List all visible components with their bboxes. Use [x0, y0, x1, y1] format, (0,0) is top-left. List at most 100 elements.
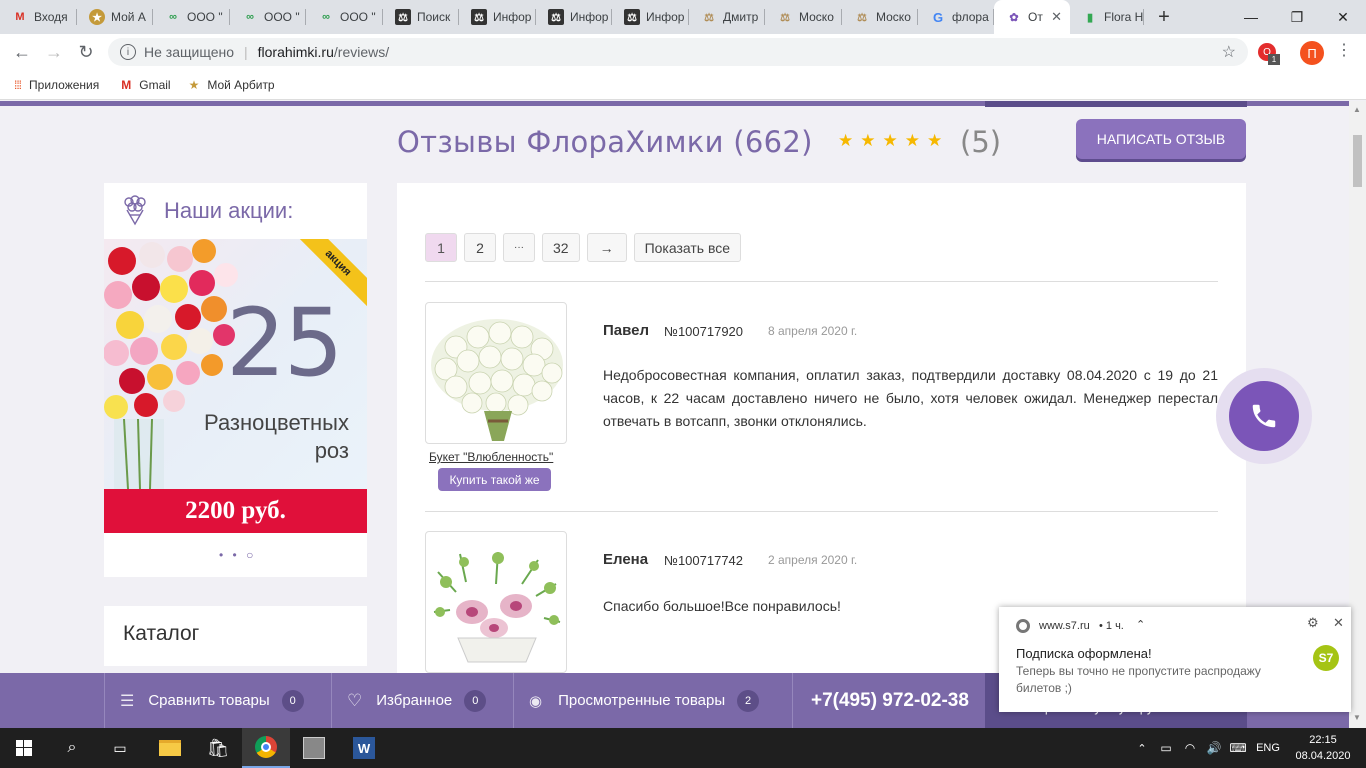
tab-company-1[interactable]: ∞ ООО " — [153, 0, 230, 34]
divider — [331, 673, 332, 728]
scroll-up-arrow[interactable]: ▲ — [1353, 105, 1361, 114]
compare-sliders-icon: ☰ — [120, 692, 135, 710]
info-icon[interactable]: i — [120, 44, 136, 60]
start-button[interactable] — [0, 728, 48, 768]
search-icon[interactable]: ⌕ — [48, 728, 96, 768]
profile-avatar[interactable]: П — [1300, 41, 1324, 65]
phone-number[interactable]: +7(495) 972-02-38 — [811, 673, 969, 728]
url-host: florahimki.ru — [257, 44, 334, 60]
file-explorer-icon[interactable] — [146, 728, 194, 768]
write-review-button[interactable]: НАПИСАТЬ ОТЗЫВ — [1076, 119, 1246, 159]
catalog-title[interactable]: Каталог — [123, 622, 199, 646]
tab-google[interactable]: G флора — [918, 0, 994, 34]
rating-value: (5) — [960, 125, 1002, 159]
tray-device-icon[interactable]: ▭ — [1154, 728, 1178, 768]
word-icon[interactable]: W — [340, 728, 388, 768]
tab-flora-chart[interactable]: ▮ Flora H — [1070, 0, 1144, 34]
product-image[interactable] — [425, 531, 567, 673]
address-bar[interactable]: i Не защищено | florahimki.ru/reviews/ ☆ — [108, 38, 1248, 66]
gear-icon[interactable]: ⚙ — [1307, 615, 1319, 631]
tab-info-1[interactable]: ⚖ Инфор — [459, 0, 536, 34]
minimize-button[interactable]: — — [1228, 0, 1274, 34]
chevron-up-icon[interactable]: ⌃ — [1136, 618, 1145, 631]
language-indicator[interactable]: ENG — [1252, 728, 1284, 768]
show-all-button[interactable]: Показать все — [633, 233, 742, 262]
scroll-thumb[interactable] — [1353, 135, 1362, 187]
tab-arbitr[interactable]: ★ Мой А — [77, 0, 153, 34]
review-order-number: №100717920 — [664, 324, 744, 339]
buy-same-button[interactable]: Купить такой же — [438, 468, 551, 491]
restore-button[interactable]: ❐ — [1274, 0, 1320, 34]
tab-moscow-2[interactable]: ⚖ Моско — [842, 0, 918, 34]
compare-button[interactable]: ☰ Сравнить товары 0 — [120, 673, 304, 728]
page-2[interactable]: 2 — [464, 233, 496, 262]
rating-stars: ★★★★★ — [838, 131, 950, 150]
close-window-button[interactable]: ✕ — [1320, 0, 1366, 34]
chrome-taskbar-icon[interactable] — [242, 728, 290, 768]
page-32[interactable]: 32 — [542, 233, 580, 262]
divider — [513, 673, 514, 728]
volume-icon[interactable]: 🔊 — [1202, 728, 1226, 768]
tab-florahimki-reviews[interactable]: ✿ От ✕ — [994, 0, 1070, 34]
page-ellipsis[interactable]: ··· — [503, 233, 535, 262]
bookmark-arbitr[interactable]: ★ Мой Арбитр — [189, 78, 275, 92]
task-view-icon[interactable]: ▭ — [96, 728, 144, 768]
forward-button[interactable]: → — [42, 40, 66, 64]
menu-kebab-icon[interactable]: ⋮ — [1336, 40, 1352, 60]
tab-dmitr[interactable]: ⚖ Дмитр — [689, 0, 765, 34]
reload-button[interactable]: ↻ — [74, 40, 98, 64]
review-date: 2 апреля 2020 г. — [768, 553, 858, 567]
review-order-number: №100717742 — [664, 553, 744, 568]
back-button[interactable]: ← — [10, 40, 34, 64]
tab-search[interactable]: ⚖ Поиск — [383, 0, 459, 34]
scales-icon: ⚖ — [857, 11, 867, 24]
compare-count: 0 — [281, 689, 304, 712]
bookmarks-bar: ⁞⁞⁞ Приложения M Gmail ★ Мой Арбитр — [0, 70, 1366, 100]
tab-gmail[interactable]: M Входя — [0, 0, 77, 34]
tab-info-3[interactable]: ⚖ Инфор — [612, 0, 689, 34]
app-taskbar-icon[interactable] — [290, 728, 338, 768]
close-icon[interactable]: ✕ — [1333, 615, 1344, 631]
scroll-down-arrow[interactable]: ▼ — [1353, 713, 1361, 722]
favorites-button[interactable]: ♡ Избранное 0 — [347, 673, 487, 728]
keyboard-icon[interactable]: ⌨ — [1226, 728, 1250, 768]
viewed-button[interactable]: ◉ Просмотренные товары 2 — [529, 673, 760, 728]
close-tab-icon[interactable]: ✕ — [1051, 9, 1062, 25]
tray-chevron-icon[interactable]: ⌃ — [1130, 728, 1154, 768]
browser-tab-strip: M Входя ★ Мой А ∞ ООО " ∞ ООО " ∞ ООО " … — [0, 0, 1366, 34]
bookmark-apps[interactable]: ⁞⁞⁞ Приложения — [14, 78, 99, 92]
carousel-dots[interactable]: • • ○ — [219, 548, 256, 562]
clock[interactable]: 22:15 08.04.2020 — [1290, 732, 1356, 764]
product-image[interactable] — [425, 302, 567, 444]
page-scrollbar[interactable]: ▲ ▼ — [1349, 101, 1366, 728]
windows-logo-icon — [16, 740, 32, 756]
heart-icon: ♡ — [347, 690, 363, 710]
favorites-count: 0 — [464, 689, 487, 712]
star-bookmark-icon[interactable]: ☆ — [1222, 42, 1236, 62]
bookmark-gmail[interactable]: M Gmail — [121, 78, 170, 92]
tab-company-3[interactable]: ∞ ООО " — [306, 0, 383, 34]
company-icon: ∞ — [246, 11, 254, 23]
notification-body: Теперь вы точно не пропустите распродажу… — [1016, 664, 1261, 695]
store-icon[interactable]: 🛍 — [194, 728, 242, 768]
new-tab-button[interactable]: + — [1144, 0, 1184, 34]
promo-price: 2200 руб. — [104, 489, 367, 533]
tab-company-2[interactable]: ∞ ООО " — [230, 0, 306, 34]
divider — [425, 511, 1218, 512]
callback-button[interactable] — [1229, 381, 1299, 451]
page-next[interactable]: → — [586, 233, 627, 262]
promo-banner[interactable]: акция 25 Разноцветных роз — [104, 239, 367, 489]
white-roses-bouquet — [431, 319, 563, 441]
review-text: Недобросовестная компания, оплатил заказ… — [603, 367, 1218, 429]
not-secure-label: Не защищено — [144, 44, 234, 60]
chrome-notification[interactable]: www.s7.ru • 1 ч. ⌃ ⚙ ✕ Подписка оформлен… — [999, 607, 1351, 712]
network-icon[interactable]: ◠ — [1178, 728, 1202, 768]
product-link[interactable]: Букет "Влюбленность" — [429, 450, 553, 464]
viewed-count: 2 — [737, 689, 760, 712]
clock-date: 08.04.2020 — [1295, 750, 1351, 762]
tab-moscow-1[interactable]: ⚖ Моско — [765, 0, 842, 34]
tab-info-2[interactable]: ⚖ Инфор — [536, 0, 612, 34]
divider — [425, 281, 1218, 282]
page-1[interactable]: 1 — [425, 233, 457, 262]
arbitr-icon: ★ — [89, 9, 105, 25]
